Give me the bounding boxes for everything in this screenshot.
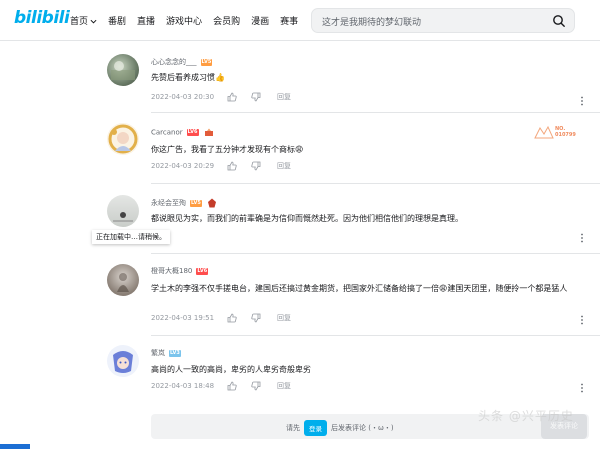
fan-number-text: NO. 010799	[555, 126, 576, 138]
reply-button[interactable]: 回复	[277, 161, 291, 171]
medal-icon	[204, 128, 213, 136]
comment-time: 2022-04-03 20:29	[151, 162, 215, 170]
comment-text: 先赞后看养成习惯👍	[151, 73, 225, 82]
level-badge: LV6	[186, 129, 199, 136]
divider	[151, 253, 600, 254]
level-badge: LV5	[190, 199, 202, 207]
avatar[interactable]	[107, 345, 139, 377]
dislike-icon[interactable]	[251, 92, 261, 102]
more-options-icon[interactable]	[579, 233, 585, 243]
more-options-icon[interactable]	[579, 315, 585, 325]
comment-text: 学土木的李强不仅手搓电台，建国后还搞过黄金期货，把国家外汇储备给搞了一倍😩建国天…	[151, 284, 568, 293]
comment-text: 都说眼见为实，而我们的前辈确是为信仰而慨然赴死。因为他们相信他们的理想是真理。	[151, 214, 463, 223]
level-badge: LV5	[200, 58, 213, 66]
nav-mall[interactable]: 会员购	[213, 14, 240, 27]
more-options-icon[interactable]	[579, 383, 585, 393]
like-icon[interactable]	[227, 313, 237, 323]
comment-meta: 2022-04-03 18:48 回复	[151, 381, 291, 391]
comment-time: 2022-04-03 20:30	[151, 93, 215, 101]
username[interactable]: 橙哥大概180 LV6	[151, 266, 209, 276]
reply-button[interactable]: 回复	[277, 381, 291, 391]
loading-tooltip: 正在加载中…请稍候。	[92, 230, 170, 244]
nav-manga[interactable]: 漫画	[251, 14, 269, 27]
comment-time: 2022-04-03 19:51	[151, 314, 215, 322]
dislike-icon[interactable]	[251, 381, 261, 391]
username[interactable]: Carcanor LV6	[151, 128, 214, 137]
more-options-icon[interactable]	[579, 96, 585, 106]
nav-home[interactable]: 首页	[70, 14, 97, 27]
avatar[interactable]	[107, 54, 139, 86]
divider	[151, 112, 600, 113]
fan-number-badge: NO. 010799	[533, 124, 583, 140]
avatar[interactable]	[107, 123, 139, 155]
chevron-down-icon	[90, 19, 97, 24]
level-badge: LV3	[169, 349, 181, 357]
taskbar-indicator	[0, 444, 30, 449]
comment-meta: 2022-04-03 20:30 回复	[151, 92, 291, 102]
username[interactable]: 心心念念的___ LV5	[151, 57, 213, 67]
like-icon[interactable]	[227, 381, 237, 391]
nav-live[interactable]: 直播	[137, 14, 155, 27]
dislike-icon[interactable]	[251, 313, 261, 323]
nav-home-label: 首页	[70, 17, 89, 27]
username[interactable]: 永经会至殉 LV5	[151, 198, 217, 208]
username-text: 繁岚	[151, 349, 165, 357]
avatar[interactable]	[107, 195, 139, 227]
level-badge: LV6	[196, 267, 209, 275]
comment-meta: 2022-04-03 19:51 回复	[151, 313, 291, 323]
comment-meta: 2022-04-03 20:29 回复	[151, 161, 291, 171]
nav-esports[interactable]: 赛事	[280, 14, 298, 27]
prompt-prefix: 请先	[286, 424, 300, 432]
username[interactable]: 繁岚 LV3	[151, 348, 181, 358]
decor-icon	[534, 125, 554, 139]
top-header: bilibili 首页 番剧 直播 游戏中心 会员购 漫画 赛事 这才是我期待的…	[0, 0, 600, 41]
watermark: 头条 @兴平历史	[478, 409, 574, 423]
reply-button[interactable]: 回复	[277, 313, 291, 323]
dislike-icon[interactable]	[251, 161, 261, 171]
login-prompt: 请先 登录 后发表评论 (・ω・)	[286, 420, 394, 436]
comment-time: 2022-04-03 18:48	[151, 382, 215, 390]
main-nav: 首页 番剧 直播 游戏中心 会员购 漫画 赛事	[70, 14, 298, 27]
username-text: 心心念念的___	[151, 58, 197, 66]
search-icon[interactable]	[552, 14, 566, 28]
reply-button[interactable]: 回复	[277, 92, 291, 102]
prompt-suffix: 后发表评论 (・ω・)	[331, 424, 394, 432]
username-text: 橙哥大概180	[151, 267, 193, 275]
nav-anime[interactable]: 番剧	[108, 14, 126, 27]
nav-game-center[interactable]: 游戏中心	[166, 14, 202, 27]
login-button[interactable]: 登录	[304, 420, 327, 436]
username-text: Carcanor	[151, 128, 183, 137]
divider	[151, 183, 600, 184]
like-icon[interactable]	[227, 161, 237, 171]
search-bar[interactable]: 这才是我期待的梦幻联动	[311, 8, 575, 33]
medal-icon	[207, 198, 216, 208]
like-icon[interactable]	[227, 92, 237, 102]
username-text: 永经会至殉	[151, 199, 186, 207]
bilibili-logo[interactable]: bilibili	[14, 8, 70, 28]
comment-text: 高尚的人一致的高尚，卑劣的人卑劣奇般卑劣	[151, 365, 311, 374]
comment-text: 你这广告，我看了五分钟才发现有个商标😩	[151, 145, 304, 154]
avatar[interactable]	[107, 264, 139, 296]
search-input[interactable]: 这才是我期待的梦幻联动	[322, 15, 421, 28]
divider	[151, 335, 600, 336]
